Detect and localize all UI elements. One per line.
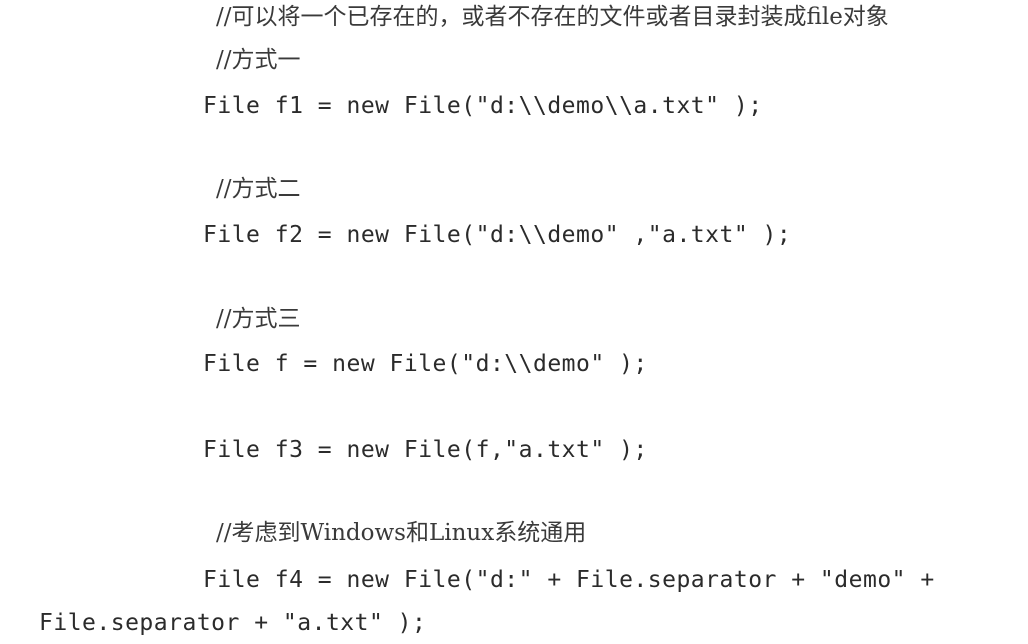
comment-line: //考虑到Windows和Linux系统通用 [216, 520, 587, 546]
code-line: File.separator + "a.txt" ); [39, 610, 427, 636]
comment-line: //方式一 [216, 47, 301, 73]
code-line: File f2 = new File("d:\\demo" ,"a.txt" )… [203, 222, 792, 248]
comment-line: //方式三 [216, 306, 301, 332]
comment-line: //方式二 [216, 176, 301, 202]
code-line: File f1 = new File("d:\\demo\\a.txt" ); [203, 93, 763, 119]
code-line: File f4 = new File("d:" + File.separator… [203, 567, 935, 593]
code-line: File f = new File("d:\\demo" ); [203, 351, 648, 377]
comment-line: //可以将一个已存在的，或者不存在的文件或者目录封装成file对象 [216, 4, 889, 30]
code-document: //可以将一个已存在的，或者不存在的文件或者目录封装成file对象 //方式一 … [0, 0, 1028, 644]
code-line: File f3 = new File(f,"a.txt" ); [203, 437, 648, 463]
